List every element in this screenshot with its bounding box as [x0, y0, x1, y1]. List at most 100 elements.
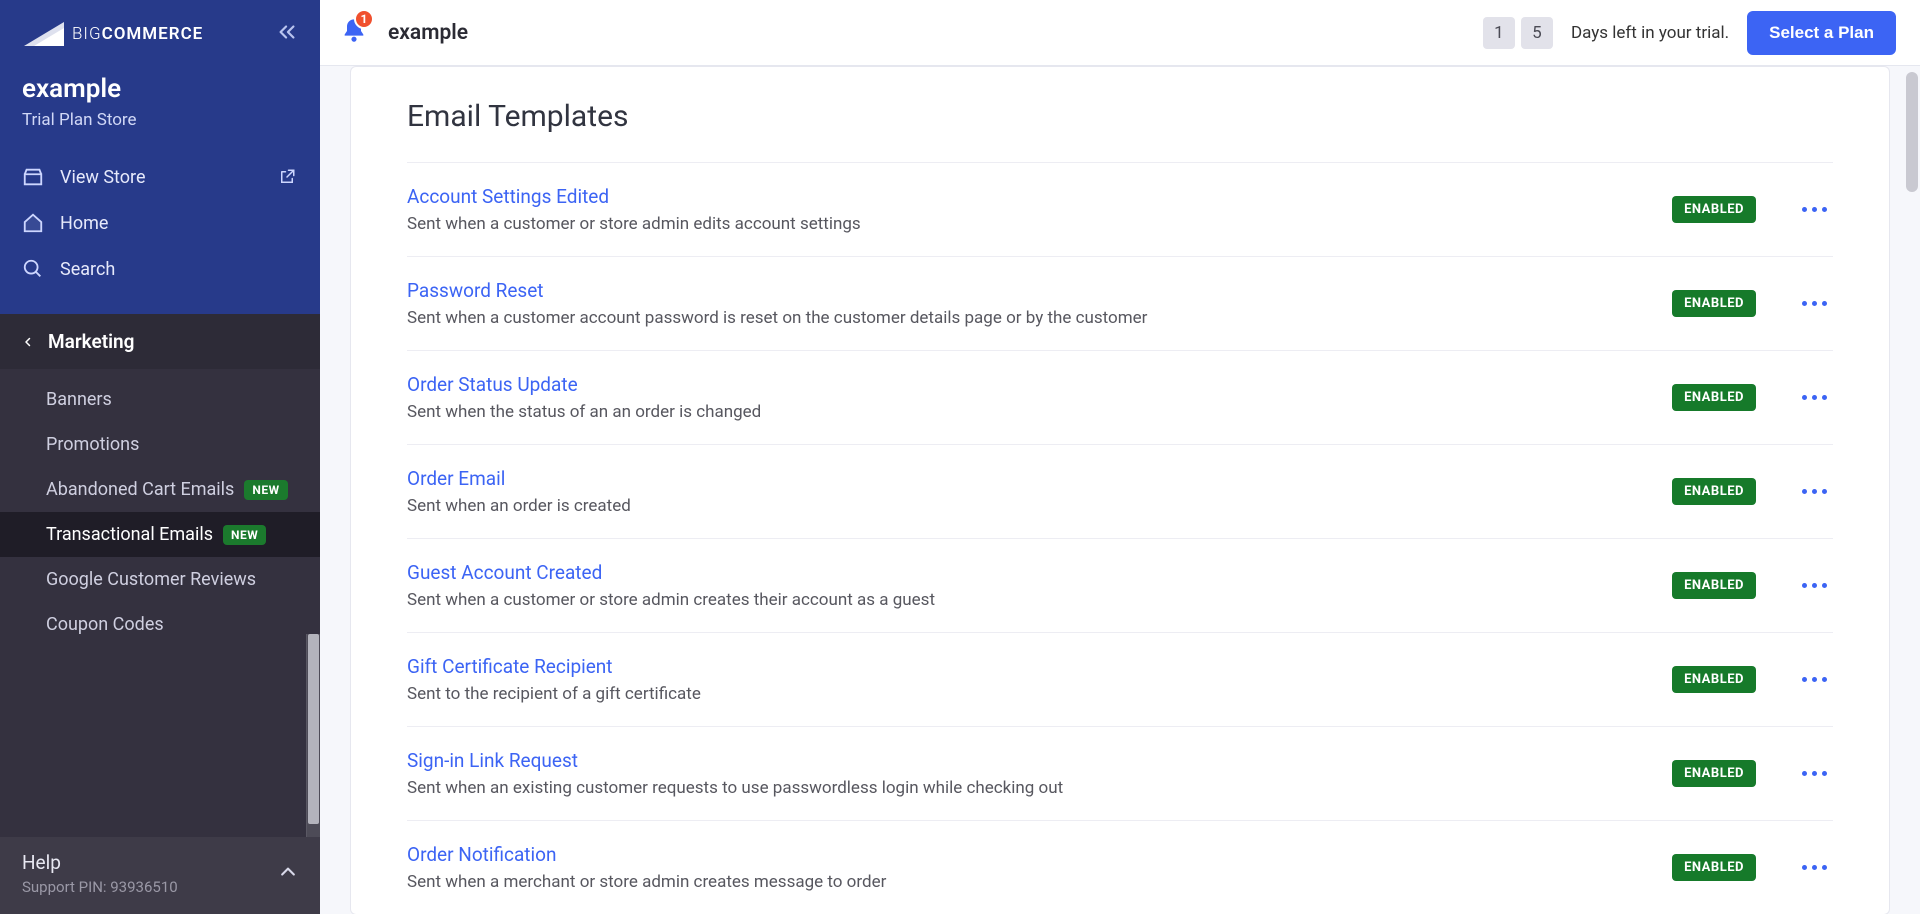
page-store-title: example [388, 21, 468, 45]
row-actions-button[interactable] [1796, 201, 1833, 218]
main: 1 example 1 5 Days left in your trial. S… [320, 0, 1920, 914]
chevron-double-left-icon [276, 21, 298, 43]
template-title-link[interactable]: Guest Account Created [407, 561, 935, 584]
nav-label: Search [60, 259, 115, 280]
status-badge: ENABLED [1672, 384, 1756, 411]
notifications-count: 1 [354, 9, 374, 29]
trial-digit: 1 [1483, 17, 1515, 49]
row-actions-button[interactable] [1796, 671, 1833, 688]
brand-logo[interactable]: BIGCOMMERCE [22, 20, 203, 48]
content-scrollbar[interactable] [1904, 66, 1920, 914]
template-description: Sent when an existing customer requests … [407, 778, 1063, 798]
nav-label: View Store [60, 167, 146, 188]
row-actions-button[interactable] [1796, 483, 1833, 500]
brand-name-light: BIG [72, 24, 102, 44]
sidebar-item-abandoned-cart-emails[interactable]: Abandoned Cart Emails NEW [0, 467, 320, 512]
template-row: Order Status Update Sent when the status … [407, 350, 1833, 444]
template-row: Gift Certificate Recipient Sent to the re… [407, 632, 1833, 726]
sidebar-item-label: Banners [46, 389, 112, 410]
trial-days: 1 5 [1483, 17, 1553, 49]
sidebar-item-label: Coupon Codes [46, 614, 164, 635]
template-title-link[interactable]: Order Notification [407, 843, 886, 866]
sidebar-scrollbar[interactable] [306, 634, 320, 837]
template-title-link[interactable]: Order Email [407, 467, 631, 490]
notifications-button[interactable]: 1 [340, 17, 368, 49]
template-row: Order Email Sent when an order is created… [407, 444, 1833, 538]
new-badge: NEW [244, 480, 287, 500]
nav-home[interactable]: Home [0, 200, 320, 246]
status-badge: ENABLED [1672, 760, 1756, 787]
brand-name-bold: COMMERCE [102, 24, 204, 44]
template-row: Password Reset Sent when a customer accou… [407, 256, 1833, 350]
sidebar-scrollbar-thumb[interactable] [308, 634, 319, 824]
primary-nav: View Store Home S [0, 144, 320, 298]
template-list: Account Settings Edited Sent when a custo… [407, 162, 1833, 914]
template-description: Sent when a customer or store admin crea… [407, 590, 935, 610]
status-badge: ENABLED [1672, 478, 1756, 505]
sidebar-section: Marketing Banners Promotions Abandoned Car… [0, 314, 320, 837]
template-title-link[interactable]: Password Reset [407, 279, 1147, 302]
template-title-link[interactable]: Gift Certificate Recipient [407, 655, 701, 678]
home-icon [22, 212, 44, 234]
status-badge: ENABLED [1672, 666, 1756, 693]
template-title-link[interactable]: Sign-in Link Request [407, 749, 1063, 772]
status-badge: ENABLED [1672, 572, 1756, 599]
storefront-icon [22, 166, 44, 188]
content-scrollbar-thumb[interactable] [1906, 72, 1918, 192]
row-actions-button[interactable] [1796, 389, 1833, 406]
nav-search[interactable]: Search [0, 246, 320, 292]
content: Email Templates Account Settings Edited S… [320, 66, 1920, 914]
template-title-link[interactable]: Order Status Update [407, 373, 761, 396]
sidebar: BIGCOMMERCE example Trial Plan Store Vie… [0, 0, 320, 914]
row-actions-button[interactable] [1796, 859, 1833, 876]
email-templates-card: Email Templates Account Settings Edited S… [350, 66, 1890, 914]
logo-mark-icon [22, 20, 66, 48]
status-badge: ENABLED [1672, 196, 1756, 223]
section-header-marketing[interactable]: Marketing [0, 314, 320, 369]
template-title-link[interactable]: Account Settings Edited [407, 185, 861, 208]
page-heading: Email Templates [407, 99, 1833, 134]
sidebar-item-transactional-emails[interactable]: Transactional EmailsNEW [0, 512, 320, 557]
template-description: Sent when an order is created [407, 496, 631, 516]
template-row: Account Settings Edited Sent when a custo… [407, 162, 1833, 256]
sidebar-item-banners[interactable]: Banners [0, 377, 320, 422]
template-row: Order Notification Sent when a merchant o… [407, 820, 1833, 914]
store-info[interactable]: example Trial Plan Store [0, 66, 320, 144]
sidebar-item-label: Google Customer Reviews [46, 569, 256, 590]
sidebar-item-coupon-codes[interactable]: Coupon Codes [0, 602, 320, 647]
row-actions-button[interactable] [1796, 765, 1833, 782]
sidebar-item-label: Promotions [46, 434, 139, 455]
sidebar-item-label: Abandoned Cart Emails [46, 479, 234, 500]
status-badge: ENABLED [1672, 854, 1756, 881]
sidebar-item-label: Transactional Emails [46, 524, 213, 545]
collapse-sidebar-button[interactable] [276, 21, 298, 47]
row-actions-button[interactable] [1796, 577, 1833, 594]
store-name: example [22, 74, 298, 104]
section-subnav: Banners Promotions Abandoned Cart Emails NE… [0, 369, 320, 667]
sidebar-item-google-customer-reviews[interactable]: Google Customer Reviews [0, 557, 320, 602]
template-description: Sent when a merchant or store admin crea… [407, 872, 886, 892]
nav-label: Home [60, 213, 108, 234]
help-title: Help [22, 851, 178, 874]
topbar: 1 example 1 5 Days left in your trial. S… [320, 0, 1920, 66]
select-plan-button[interactable]: Select a Plan [1747, 11, 1896, 55]
trial-digit: 5 [1521, 17, 1553, 49]
section-title: Marketing [48, 330, 134, 353]
trial-text: Days left in your trial. [1571, 23, 1729, 43]
chevron-up-icon [278, 862, 298, 886]
chevron-left-icon [22, 334, 36, 350]
template-row: Guest Account Created Sent when a custome… [407, 538, 1833, 632]
template-description: Sent to the recipient of a gift certific… [407, 684, 701, 704]
sidebar-item-promotions[interactable]: Promotions [0, 422, 320, 467]
help-pin: Support PIN: 93936510 [22, 878, 178, 896]
store-plan: Trial Plan Store [22, 110, 298, 130]
status-badge: ENABLED [1672, 290, 1756, 317]
template-row: Sign-in Link Request Sent when an existin… [407, 726, 1833, 820]
row-actions-button[interactable] [1796, 295, 1833, 312]
search-icon [22, 258, 44, 280]
nav-view-store[interactable]: View Store [0, 154, 320, 200]
template-description: Sent when a customer or store admin edit… [407, 214, 861, 234]
help-footer[interactable]: Help Support PIN: 93936510 [0, 837, 320, 914]
template-description: Sent when a customer account password is… [407, 308, 1147, 328]
template-description: Sent when the status of an an order is c… [407, 402, 761, 422]
